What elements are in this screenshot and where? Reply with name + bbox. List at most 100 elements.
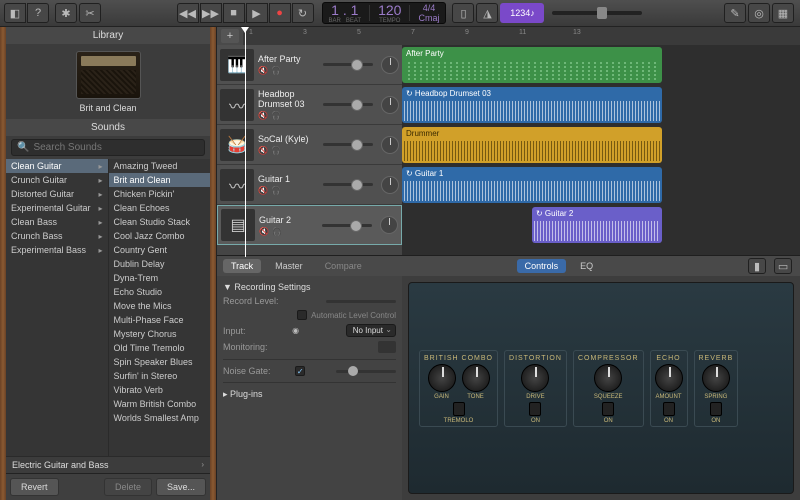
amp-knob[interactable] (594, 364, 622, 392)
category-row[interactable]: Experimental Guitar▸ (6, 201, 108, 215)
input-select[interactable]: No Input (346, 324, 396, 337)
amp-toggle[interactable] (529, 402, 541, 416)
noise-gate-checkbox[interactable]: ✓ (295, 366, 305, 376)
mute-button[interactable]: 🔇 (258, 111, 268, 120)
amp-toggle[interactable] (663, 402, 675, 416)
patch-row[interactable]: Cool Jazz Combo (109, 229, 211, 243)
notepad-button[interactable]: ✎ (724, 3, 746, 23)
patch-row[interactable]: Clean Echoes (109, 201, 211, 215)
plugins-title[interactable]: ▸ Plug-ins (223, 389, 396, 400)
patch-row[interactable]: Dublin Delay (109, 257, 211, 271)
count-in-button[interactable]: ▯ (452, 3, 474, 23)
patch-row[interactable]: Country Gent (109, 243, 211, 257)
amp-knob[interactable] (521, 364, 549, 392)
loop-browser-button[interactable]: ◎ (748, 3, 770, 23)
track-volume-slider[interactable] (323, 63, 373, 66)
add-track-button[interactable]: + (221, 29, 239, 43)
recording-settings-title[interactable]: ▼ Recording Settings (223, 282, 396, 292)
forward-button[interactable]: ▶▶ (200, 3, 222, 23)
master-volume-slider[interactable] (552, 11, 642, 15)
lcd-display[interactable]: 1 . 1BAR BEAT 120TEMPO 4/4Cmaj (322, 2, 447, 24)
tab-track[interactable]: Track (223, 259, 261, 273)
patch-row[interactable]: Warm British Combo (109, 397, 211, 411)
solo-button[interactable]: 🎧 (271, 111, 281, 120)
region[interactable]: ↻ Guitar 2 (532, 207, 662, 243)
rewind-button[interactable]: ◀◀ (177, 3, 199, 23)
library-toggle-button[interactable]: ◧ (4, 3, 26, 23)
patch-row[interactable]: Dyna-Trem (109, 271, 211, 285)
amp-knob[interactable] (655, 364, 683, 392)
track-pan-knob[interactable] (381, 56, 399, 74)
record-button[interactable]: ● (269, 3, 291, 23)
lcd-sig[interactable]: 4/4 (418, 3, 439, 13)
region[interactable]: ↻ Headbop Drumset 03 (402, 87, 662, 123)
patch-row[interactable]: Spin Speaker Blues (109, 355, 211, 369)
arrow-button[interactable]: ▭ (774, 258, 792, 274)
quick-help-button[interactable]: ? (27, 3, 49, 23)
amp-knob[interactable] (428, 364, 456, 392)
solo-button[interactable]: 🎧 (271, 66, 281, 75)
category-row[interactable]: Clean Guitar▸ (6, 159, 108, 173)
stop-button[interactable]: ■ (223, 3, 245, 23)
amp-toggle[interactable] (710, 402, 722, 416)
category-row[interactable]: Distorted Guitar▸ (6, 187, 108, 201)
region[interactable]: After Party (402, 47, 662, 83)
patch-row[interactable]: Mystery Chorus (109, 327, 211, 341)
tab-master[interactable]: Master (267, 259, 311, 273)
category-row[interactable]: Experimental Bass▸ (6, 243, 108, 257)
region[interactable]: Drummer (402, 127, 662, 163)
patch-row[interactable]: Worlds Smallest Amp (109, 411, 211, 425)
mute-button[interactable]: 🔇 (259, 227, 269, 236)
patch-row[interactable]: Chicken Pickin' (109, 187, 211, 201)
patch-column[interactable]: Amazing TweedBrit and CleanChicken Picki… (108, 159, 211, 456)
patch-row[interactable]: Old Time Tremolo (109, 341, 211, 355)
playhead[interactable] (245, 27, 246, 257)
category-column[interactable]: Clean Guitar▸Crunch Guitar▸Distorted Gui… (6, 159, 108, 456)
play-button[interactable]: ▶ (246, 3, 268, 23)
search-sounds-input[interactable]: 🔍 Search Sounds (11, 139, 205, 156)
category-row[interactable]: Crunch Bass▸ (6, 229, 108, 243)
mute-button[interactable]: 🔇 (258, 146, 268, 155)
cycle-button[interactable]: ↻ (292, 3, 314, 23)
patch-row[interactable]: Vibrato Verb (109, 383, 211, 397)
track-pan-knob[interactable] (380, 216, 398, 234)
tab-controls[interactable]: Controls (517, 259, 567, 273)
mute-button[interactable]: 🔇 (258, 186, 268, 195)
auto-level-checkbox[interactable] (297, 310, 307, 320)
tuner-button[interactable]: 1234 ♪ (500, 3, 544, 23)
track-volume-slider[interactable] (322, 224, 372, 227)
track-volume-slider[interactable] (323, 143, 373, 146)
patch-row[interactable]: Echo Studio (109, 285, 211, 299)
track-pan-knob[interactable] (381, 96, 399, 114)
lcd-tempo[interactable]: 120 (378, 2, 401, 18)
amp-knob[interactable] (702, 364, 730, 392)
track-volume-slider[interactable] (323, 183, 373, 186)
solo-button[interactable]: 🎧 (271, 186, 281, 195)
smart-controls-button[interactable]: ✱ (55, 3, 77, 23)
record-level-slider[interactable] (326, 300, 396, 303)
patch-row[interactable]: Clean Studio Stack (109, 215, 211, 229)
patch-row[interactable]: Surfin' in Stereo (109, 369, 211, 383)
media-browser-button[interactable]: ▦ (772, 3, 794, 23)
noise-gate-slider[interactable] (336, 370, 396, 373)
track-pan-knob[interactable] (381, 176, 399, 194)
patch-row[interactable]: Multi-Phase Face (109, 313, 211, 327)
inspector-button[interactable]: ▮ (748, 258, 766, 274)
amp-knob[interactable] (462, 364, 490, 392)
patch-row[interactable]: Move the Mics (109, 299, 211, 313)
category-row[interactable]: Clean Bass▸ (6, 215, 108, 229)
track-volume-slider[interactable] (323, 103, 373, 106)
solo-button[interactable]: 🎧 (271, 146, 281, 155)
metronome-button[interactable]: ◮ (476, 3, 498, 23)
patch-row[interactable]: Amazing Tweed (109, 159, 211, 173)
tab-eq[interactable]: EQ (572, 259, 601, 273)
tab-compare[interactable]: Compare (317, 259, 370, 273)
solo-button[interactable]: 🎧 (272, 227, 282, 236)
mute-button[interactable]: 🔇 (258, 66, 268, 75)
revert-button[interactable]: Revert (10, 478, 59, 496)
track-pan-knob[interactable] (381, 136, 399, 154)
region[interactable]: ↻ Guitar 1 (402, 167, 662, 203)
amp-toggle[interactable] (453, 402, 465, 416)
library-category-selector[interactable]: Electric Guitar and Bass › (6, 456, 210, 473)
monitoring-toggle[interactable] (378, 341, 396, 353)
